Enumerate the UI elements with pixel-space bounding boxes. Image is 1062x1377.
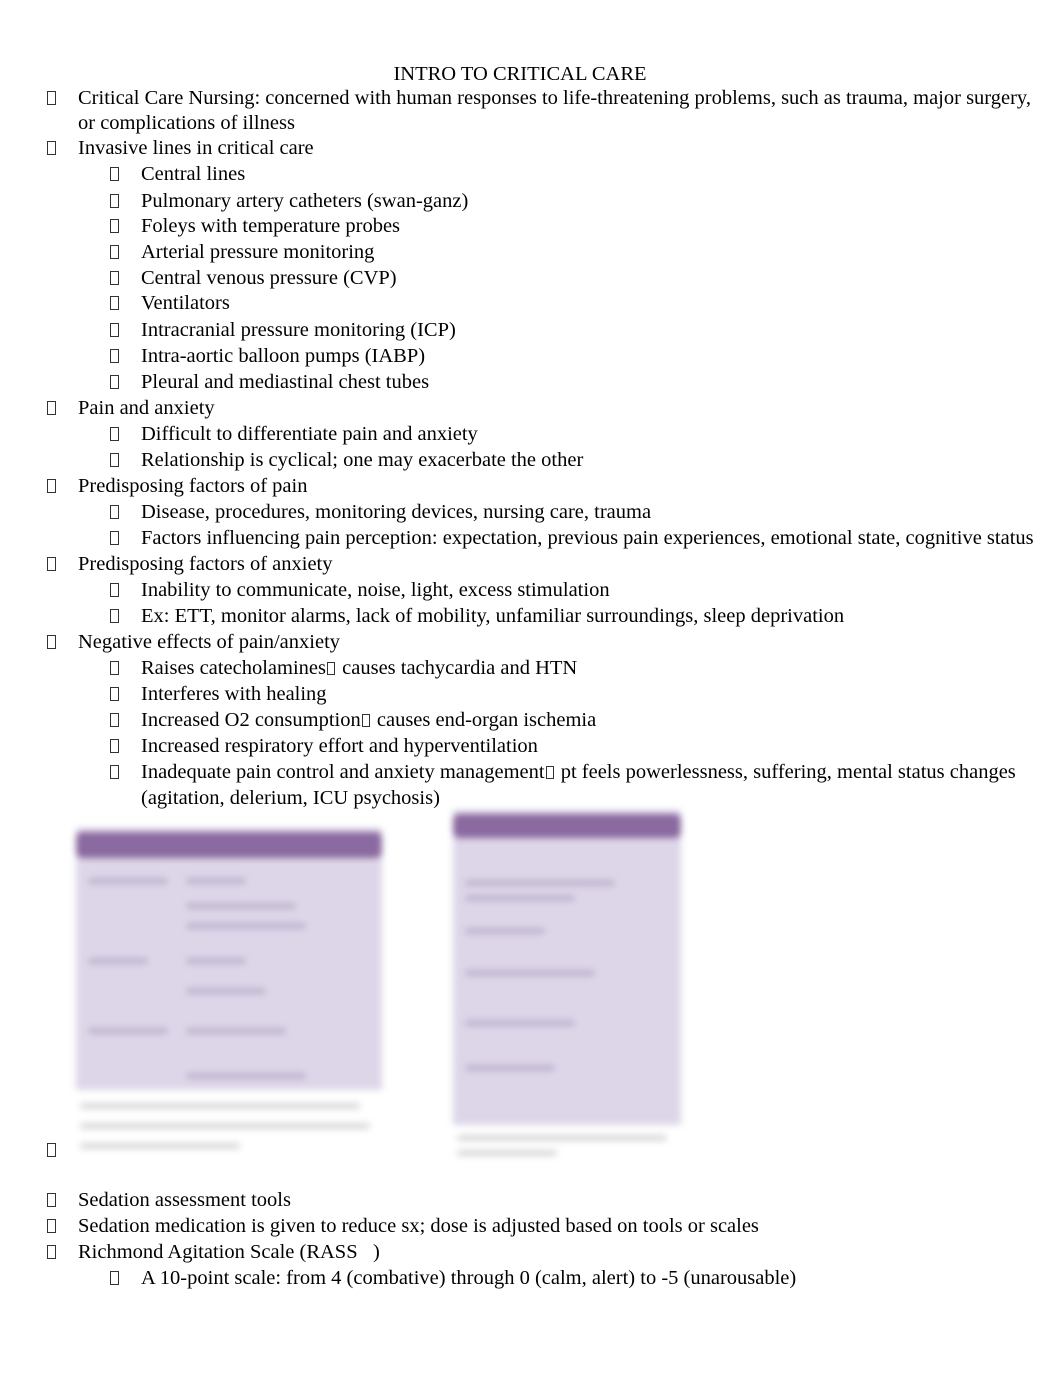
bullet-icon bbox=[47, 401, 56, 415]
bullet-icon bbox=[110, 765, 119, 779]
bullet-icon bbox=[47, 635, 56, 649]
bullet-icon bbox=[110, 427, 119, 441]
bullet-icon bbox=[110, 323, 119, 337]
bullet-icon bbox=[110, 661, 119, 675]
document-title: INTRO TO CRITICAL CARE bbox=[393, 63, 647, 85]
blurred-table-figure-2 bbox=[453, 810, 681, 1160]
bullet-icon bbox=[110, 271, 119, 285]
bullet-icon bbox=[47, 1219, 56, 1233]
bullet-icon bbox=[110, 194, 119, 208]
bullet-icon bbox=[47, 1193, 56, 1207]
bullet-icon bbox=[110, 739, 119, 753]
bullet-icon bbox=[110, 583, 119, 597]
bullet-icon bbox=[47, 557, 56, 571]
bullet-icon bbox=[110, 219, 119, 233]
bullet-icon bbox=[47, 1143, 56, 1157]
bullet-icon bbox=[47, 1245, 56, 1259]
bullet-icon bbox=[110, 713, 119, 727]
arrow-icon bbox=[545, 766, 554, 779]
bullet-icon bbox=[110, 375, 119, 389]
arrow-icon bbox=[327, 662, 336, 675]
bullet-icon bbox=[110, 167, 119, 181]
bullet-icon bbox=[110, 505, 119, 519]
bullet-icon bbox=[110, 609, 119, 623]
bullet-icon bbox=[47, 479, 56, 493]
bullet-icon bbox=[110, 296, 119, 310]
bullet-icon bbox=[110, 687, 119, 701]
blurred-table-figure-1 bbox=[76, 828, 382, 1158]
bullet-icon bbox=[110, 1271, 119, 1285]
arrow-icon bbox=[361, 714, 370, 727]
bullet-icon bbox=[110, 531, 119, 545]
bullet-icon bbox=[110, 245, 119, 259]
bullet-icon bbox=[110, 349, 119, 363]
bullet-icon bbox=[47, 91, 56, 105]
bullet-icon bbox=[110, 453, 119, 467]
bullet-icon bbox=[47, 141, 56, 155]
